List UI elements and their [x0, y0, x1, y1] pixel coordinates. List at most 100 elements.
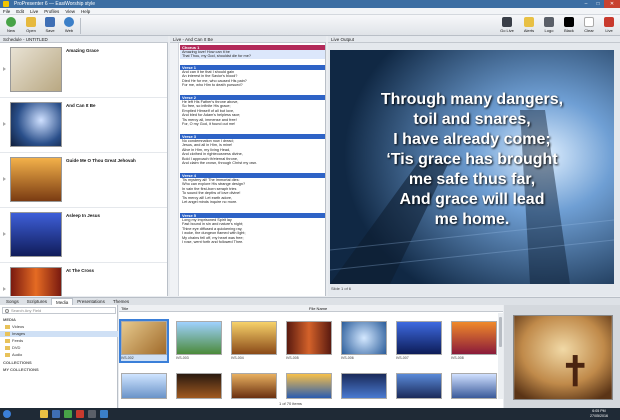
scrollbar-thumb[interactable]	[499, 317, 502, 347]
clock-time: 6:05 PM	[592, 409, 606, 413]
live-button[interactable]: Live	[600, 17, 618, 33]
tree-images[interactable]: Images	[0, 331, 118, 337]
app-icon	[3, 1, 9, 7]
go-live-button[interactable]: Go Live	[498, 17, 516, 33]
tree-label: Images	[12, 331, 26, 336]
black-screen-icon	[564, 17, 574, 27]
song-thumbnail	[10, 212, 62, 257]
tree-media[interactable]: MEDIA	[0, 317, 118, 323]
grid-scrollbar[interactable]	[498, 313, 503, 399]
live-output-pane: Through many dangers, toil and snares, I…	[328, 43, 620, 296]
app-icon[interactable]	[76, 410, 84, 418]
menu-live[interactable]: Live	[30, 8, 38, 14]
song-thumbnail	[10, 47, 62, 92]
song-name: At The Cross	[66, 268, 95, 273]
tree-label: DVD	[12, 345, 21, 350]
go-live-label: Go Live	[500, 28, 514, 33]
explorer-icon[interactable]	[40, 410, 48, 418]
minimize-button[interactable]: –	[580, 0, 592, 8]
song-name: Guide Me O Thou Great Jehovah	[66, 158, 136, 163]
tab-presentations[interactable]: Presentations	[73, 298, 109, 305]
verse-block[interactable]: Verse 2 He left His Father's throne abov…	[180, 95, 325, 126]
column-file-name[interactable]: File Name	[309, 305, 327, 312]
menu-profiles[interactable]: Profiles	[44, 8, 59, 14]
slide-gutter	[170, 43, 179, 296]
schedule-item[interactable]: Asleep In Jesus	[0, 208, 167, 263]
tab-songs[interactable]: Songs	[2, 298, 23, 305]
verse-block[interactable]: Verse 5 Long my imprisoned Spirit lay Fa…	[180, 213, 325, 244]
output-line: toil and snares,	[413, 111, 531, 128]
web-button[interactable]: Web	[60, 17, 78, 33]
menu-help[interactable]: Help	[81, 8, 90, 14]
media-thumbnail[interactable]: IVS-003	[176, 321, 222, 361]
clock-date: 27/05/2016	[590, 413, 608, 418]
live-output-screen: Through many dangers, toil and snares, I…	[330, 50, 614, 284]
verse-block[interactable]: Verse 3 No condemnation now I dread; Jes…	[180, 134, 325, 165]
verse-block[interactable]: Verse 4 Tis mystery all! The Immortal di…	[180, 173, 325, 204]
media-thumbnail[interactable]: IVS-004	[231, 321, 277, 361]
tree-feeds[interactable]: Feeds	[0, 338, 118, 344]
media-thumbnail[interactable]	[451, 373, 497, 399]
clear-label: Clear	[584, 28, 594, 33]
taskbar: 6:05 PM 27/05/2016	[0, 408, 620, 420]
expand-arrow-icon[interactable]	[3, 287, 6, 291]
schedule-item[interactable]: And Can It Be	[0, 98, 167, 153]
menu-edit[interactable]: Edit	[16, 8, 24, 14]
new-button[interactable]: New	[2, 17, 20, 33]
tab-media[interactable]: Media	[51, 298, 74, 305]
verse-block[interactable]: Verse 1 And can it be that I should gain…	[180, 65, 325, 88]
alerts-button[interactable]: Alerts	[520, 17, 538, 33]
black-button[interactable]: Black	[560, 17, 578, 33]
expand-arrow-icon[interactable]	[3, 67, 6, 71]
menu-file[interactable]: File	[3, 8, 10, 14]
lyrics-pane: Chorus 1 Amazing love! How can it be Tha…	[170, 43, 326, 296]
app-icon[interactable]	[100, 410, 108, 418]
media-thumbnail[interactable]: IVS-007	[396, 321, 442, 361]
tree-dvd[interactable]: DVD	[0, 345, 118, 351]
open-button[interactable]: Open	[22, 17, 40, 33]
search-input[interactable]: Search Any Field	[2, 307, 116, 314]
media-thumbnail[interactable]	[286, 373, 332, 399]
tree-audio[interactable]: Audio	[0, 352, 118, 358]
media-thumbnail[interactable]: IVS-008	[451, 321, 497, 361]
tree-collections[interactable]: COLLECTIONS	[0, 360, 118, 366]
tab-scriptures[interactable]: Scriptures	[23, 298, 51, 305]
media-thumbnail[interactable]: IVS-006	[341, 321, 387, 361]
maximize-button[interactable]: □	[592, 0, 604, 8]
start-icon[interactable]	[3, 410, 11, 418]
expand-arrow-icon[interactable]	[3, 232, 6, 236]
media-thumbnail[interactable]	[231, 373, 277, 399]
schedule-item[interactable]: Guide Me O Thou Great Jehovah	[0, 153, 167, 208]
folder-icon	[5, 339, 10, 343]
media-thumbnail[interactable]	[341, 373, 387, 399]
open-label: Open	[26, 28, 36, 33]
column-title[interactable]: Title	[121, 305, 128, 312]
tab-themes[interactable]: Themes	[109, 298, 133, 305]
save-label: Save	[45, 28, 55, 33]
clear-button[interactable]: Clear	[580, 17, 598, 33]
menu-view[interactable]: View	[65, 8, 75, 14]
expand-arrow-icon[interactable]	[3, 122, 6, 126]
tree-videos[interactable]: Videos	[0, 324, 118, 330]
tree-my-collections[interactable]: MY COLLECTIONS	[0, 367, 118, 373]
media-thumbnail[interactable]	[176, 373, 222, 399]
verse-block[interactable]: Chorus 1 Amazing love! How can it be Tha…	[180, 45, 325, 59]
media-thumbnail[interactable]: IVS-005	[286, 321, 332, 361]
word-icon[interactable]	[52, 410, 60, 418]
schedule-item[interactable]: Amazing Grace	[0, 43, 167, 98]
folder-icon	[5, 332, 10, 336]
media-thumbnail[interactable]: IVS-002	[119, 319, 169, 363]
excel-icon[interactable]	[64, 410, 72, 418]
expand-arrow-icon[interactable]	[3, 177, 6, 181]
image-label: IVS-004	[231, 356, 244, 360]
pager-text: 1 of 70 items	[279, 401, 302, 406]
media-thumbnail[interactable]	[396, 373, 442, 399]
save-button[interactable]: Save	[41, 17, 59, 33]
close-button[interactable]: ✕	[604, 0, 620, 8]
song-name: Amazing Grace	[66, 48, 99, 53]
app-icon[interactable]	[88, 410, 96, 418]
schedule-item[interactable]: At The Cross	[0, 263, 167, 296]
logo-button[interactable]: Logo	[540, 17, 558, 33]
output-line: me home.	[434, 211, 510, 228]
media-thumbnail[interactable]	[121, 373, 167, 399]
